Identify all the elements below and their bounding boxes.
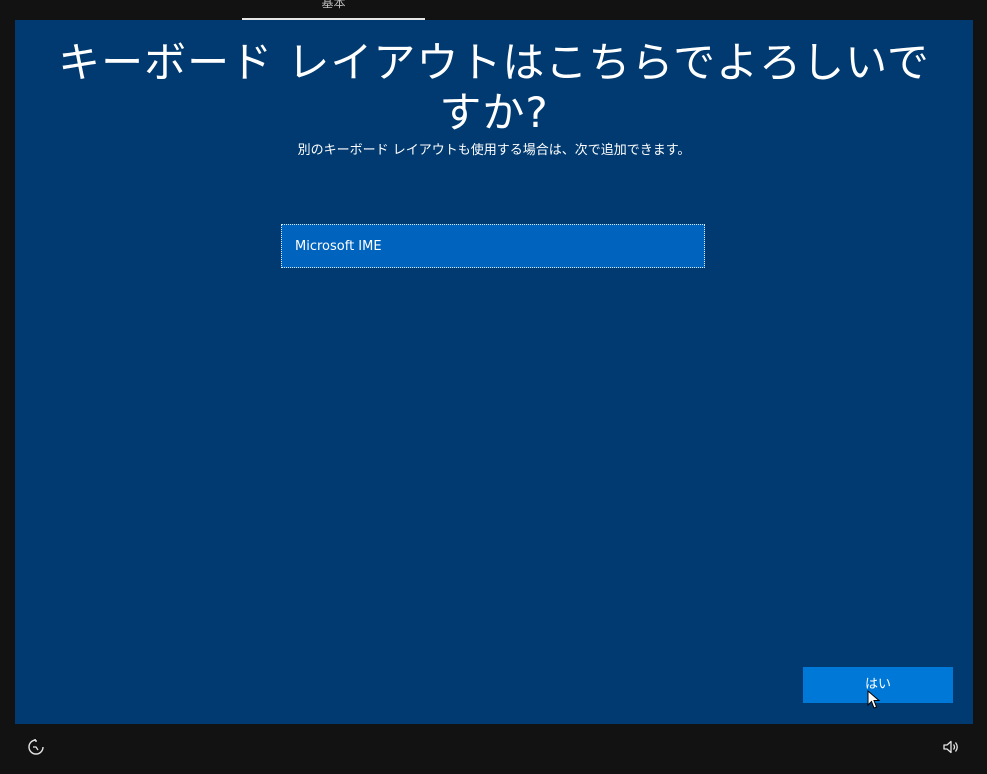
bottom-bar — [0, 724, 987, 774]
ease-of-access-icon[interactable] — [26, 737, 46, 757]
keyboard-layout-option[interactable]: Microsoft IME — [281, 224, 705, 268]
top-bar: 基本 — [0, 0, 987, 20]
volume-icon[interactable] — [941, 737, 961, 757]
page-title: キーボード レイアウトはこちらでよろしいですか? — [58, 38, 930, 137]
tab-basic: 基本 — [242, 0, 425, 20]
keyboard-layout-option-label: Microsoft IME — [295, 239, 382, 254]
mouse-cursor-icon — [867, 690, 881, 709]
page-subtitle: 別のキーボード レイアウトも使用する場合は、次で追加できます。 — [297, 143, 691, 158]
tab-basic-label: 基本 — [321, 0, 346, 10]
main-panel: キーボード レイアウトはこちらでよろしいですか? 別のキーボード レイアウトも使… — [15, 20, 973, 724]
